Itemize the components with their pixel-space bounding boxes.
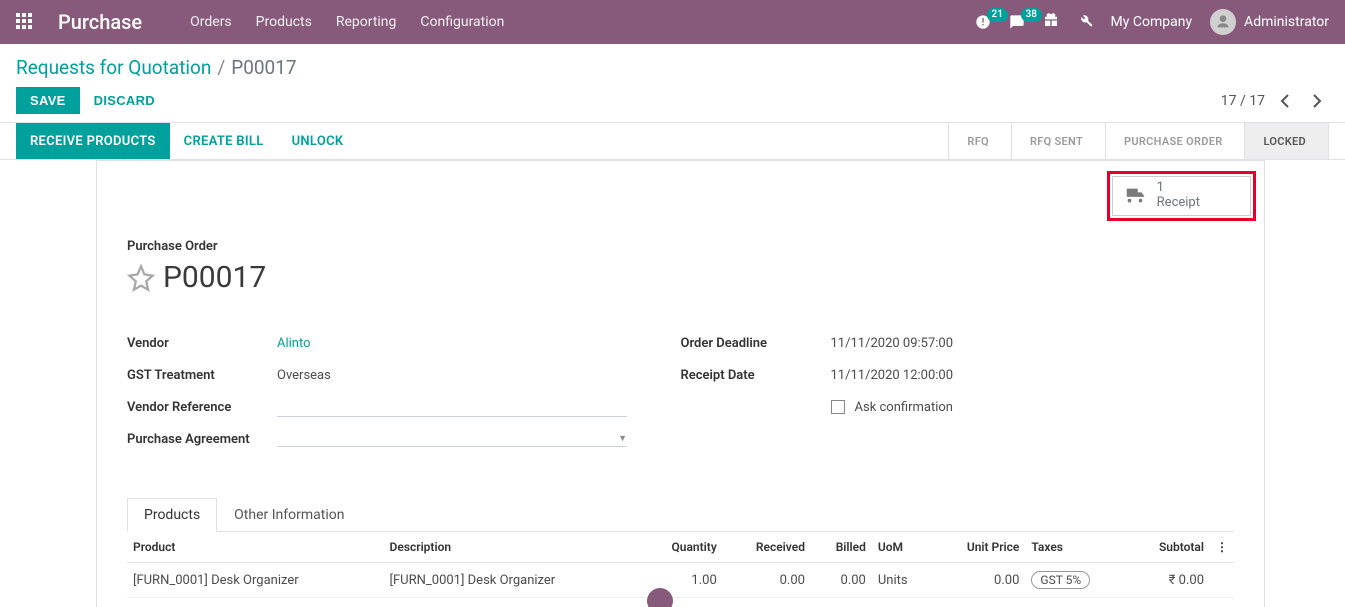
receipt-label: Receipt (1157, 196, 1200, 211)
cell-uom[interactable]: Units (872, 563, 932, 598)
app-brand: Purchase (58, 10, 142, 34)
col-description: Description (384, 532, 641, 563)
receipt-date-label: Receipt Date (681, 368, 831, 383)
gst-treatment-label: GST Treatment (127, 368, 277, 383)
breadcrumb: Requests for Quotation / P00017 (0, 44, 1345, 79)
pin-drop-icon (647, 588, 673, 607)
star-icon[interactable] (127, 264, 155, 292)
pager: 17 / 17 (1221, 89, 1329, 113)
gift-icon[interactable] (1043, 12, 1059, 32)
receive-products-button[interactable]: RECEIVE PRODUCTS (16, 123, 170, 159)
step-locked[interactable]: LOCKED (1244, 123, 1329, 159)
pager-text: 17 / 17 (1221, 93, 1265, 109)
discuss-icon[interactable]: 38 (1009, 14, 1025, 30)
tools-icon[interactable] (1077, 12, 1093, 32)
col-quantity: Quantity (640, 532, 723, 563)
vendor-label: Vendor (127, 336, 277, 351)
ask-confirmation-label: Ask confirmation (855, 400, 954, 415)
avatar-icon (1210, 9, 1236, 35)
purchase-agreement-select[interactable]: ▼ (277, 431, 627, 447)
table-row[interactable]: [FURN_0001] Desk Organizer [FURN_0001] D… (127, 563, 1234, 598)
cell-billed: 0.00 (811, 563, 872, 598)
order-deadline-value: 11/11/2020 09:57:00 (831, 336, 954, 351)
menu-products[interactable]: Products (256, 14, 312, 30)
menu-configuration[interactable]: Configuration (420, 14, 504, 30)
form-scroll[interactable]: 1 Receipt Purchase Order P00017 Vendor A… (0, 160, 1345, 607)
cell-unit-price[interactable]: 0.00 (932, 563, 1025, 598)
tab-other-information[interactable]: Other Information (217, 498, 361, 532)
col-taxes: Taxes (1025, 532, 1127, 563)
receipt-stat-button[interactable]: 1 Receipt (1112, 176, 1251, 216)
receipt-highlight: 1 Receipt (1107, 171, 1256, 221)
save-button[interactable]: SAVE (16, 87, 80, 114)
chevron-down-icon: ▼ (618, 433, 627, 444)
step-rfq[interactable]: RFQ (948, 123, 1011, 159)
cell-description[interactable]: [FURN_0001] Desk Organizer (384, 563, 641, 598)
record-type-label: Purchase Order (127, 239, 1234, 254)
user-menu[interactable]: Administrator (1210, 9, 1329, 35)
top-navbar: Purchase Orders Products Reporting Confi… (0, 0, 1345, 44)
discuss-count: 38 (1021, 8, 1042, 22)
col-product: Product (127, 532, 384, 563)
breadcrumb-current: P00017 (231, 56, 296, 79)
ask-confirmation-checkbox[interactable] (831, 400, 845, 414)
col-unit-price: Unit Price (932, 532, 1025, 563)
step-purchase-order[interactable]: PURCHASE ORDER (1105, 123, 1244, 159)
menu-reporting[interactable]: Reporting (336, 14, 397, 30)
action-row: SAVE DISCARD 17 / 17 (0, 79, 1345, 122)
col-subtotal: Subtotal (1128, 532, 1210, 563)
vendor-ref-input[interactable] (277, 397, 627, 417)
col-billed: Billed (811, 532, 872, 563)
main-menu: Orders Products Reporting Configuration (190, 14, 504, 30)
col-menu-icon[interactable]: ⋮ (1210, 532, 1234, 563)
notebook-tabs: Products Other Information (127, 497, 1234, 532)
activity-icon[interactable]: 21 (975, 14, 991, 30)
vendor-ref-label: Vendor Reference (127, 400, 277, 415)
apps-icon[interactable] (16, 13, 34, 31)
discard-button[interactable]: DISCARD (94, 93, 155, 108)
receipt-date-value: 11/11/2020 12:00:00 (831, 368, 954, 383)
company-name[interactable]: My Company (1111, 14, 1193, 30)
form-sheet: 1 Receipt Purchase Order P00017 Vendor A… (96, 160, 1265, 607)
gst-treatment-value: Overseas (277, 368, 331, 383)
cell-product[interactable]: [FURN_0001] Desk Organizer (127, 563, 384, 598)
step-rfq-sent[interactable]: RFQ SENT (1011, 123, 1105, 159)
vendor-value[interactable]: Alinto (277, 336, 311, 351)
breadcrumb-root[interactable]: Requests for Quotation (16, 56, 211, 79)
tab-products[interactable]: Products (127, 498, 217, 532)
menu-orders[interactable]: Orders (190, 14, 232, 30)
user-name: Administrator (1244, 14, 1329, 30)
order-deadline-label: Order Deadline (681, 336, 831, 351)
activity-count: 21 (987, 8, 1008, 22)
pager-prev-icon[interactable] (1273, 89, 1297, 113)
col-uom: UoM (872, 532, 932, 563)
pager-next-icon[interactable] (1305, 89, 1329, 113)
status-bar: RECEIVE PRODUCTS CREATE BILL UNLOCK RFQ … (0, 122, 1345, 160)
order-lines-table: Product Description Quantity Received Bi… (127, 532, 1234, 598)
col-received: Received (723, 532, 811, 563)
purchase-agreement-label: Purchase Agreement (127, 432, 277, 447)
unlock-button[interactable]: UNLOCK (278, 123, 358, 159)
receipt-count: 1 (1157, 181, 1200, 196)
cell-received: 0.00 (723, 563, 811, 598)
cell-subtotal: ₹ 0.00 (1128, 563, 1210, 598)
cell-taxes[interactable]: GST 5% (1025, 563, 1127, 598)
status-steps: RFQ RFQ SENT PURCHASE ORDER LOCKED (948, 123, 1345, 159)
truck-icon (1123, 185, 1147, 207)
create-bill-button[interactable]: CREATE BILL (170, 123, 278, 159)
order-name: P00017 (163, 260, 266, 295)
